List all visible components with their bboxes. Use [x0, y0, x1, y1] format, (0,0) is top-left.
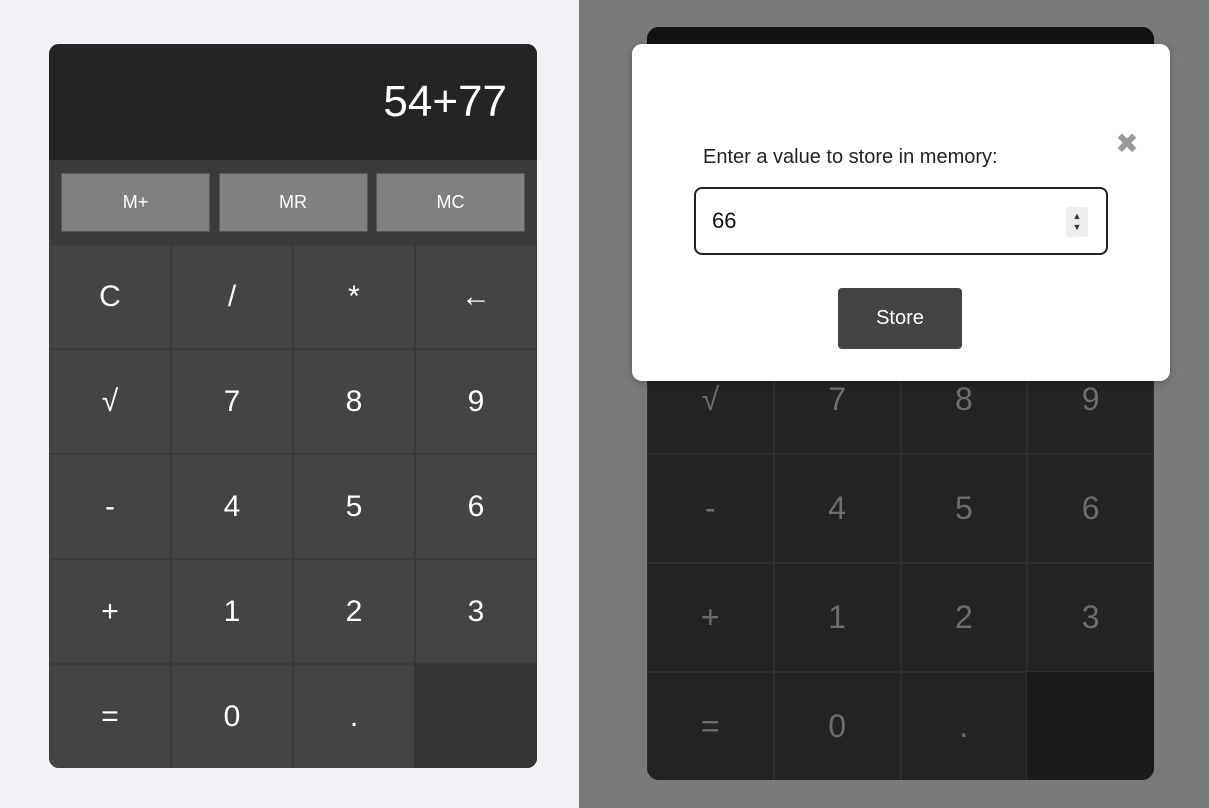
- digit-2-key: 2: [900, 563, 1028, 672]
- empty-key: [1027, 672, 1154, 780]
- equals-key: =: [647, 672, 774, 780]
- equals-key[interactable]: =: [49, 664, 171, 768]
- add-key: +: [647, 563, 774, 672]
- left-panel: 54+77 M+ MR MC C / * ← √ 7 8 9 - 4 5 6 +…: [0, 0, 579, 808]
- subtract-key: -: [647, 454, 774, 563]
- digit-4-key: 4: [773, 454, 901, 563]
- subtract-key[interactable]: -: [49, 454, 171, 559]
- spin-up-icon[interactable]: ▲: [1073, 211, 1082, 222]
- digit-3-key[interactable]: 3: [415, 559, 537, 664]
- digit-1-key: 1: [773, 563, 901, 672]
- number-spinner[interactable]: ▲ ▼: [1066, 207, 1088, 237]
- memory-clear-button[interactable]: MC: [376, 172, 525, 232]
- multiply-key[interactable]: *: [293, 244, 415, 349]
- sqrt-key[interactable]: √: [49, 349, 171, 454]
- spin-down-icon[interactable]: ▼: [1073, 222, 1082, 233]
- digit-7-key[interactable]: 7: [171, 349, 293, 454]
- digit-5-key: 5: [900, 454, 1028, 563]
- backspace-key[interactable]: ←: [415, 244, 537, 349]
- memory-recall-button[interactable]: MR: [218, 172, 368, 232]
- digit-2-key[interactable]: 2: [293, 559, 415, 664]
- calculator-display: 54+77: [49, 44, 537, 160]
- memory-store-modal: Enter a value to store in memory: ✖ ▲ ▼ …: [632, 44, 1170, 381]
- digit-0-key: 0: [773, 672, 901, 780]
- digit-6-key: 6: [1027, 454, 1154, 563]
- close-icon[interactable]: ✖: [1112, 128, 1142, 159]
- digit-8-key[interactable]: 8: [293, 349, 415, 454]
- digit-9-key[interactable]: 9: [415, 349, 537, 454]
- decimal-key[interactable]: .: [293, 664, 415, 768]
- calculator: 54+77 M+ MR MC C / * ← √ 7 8 9 - 4 5 6 +…: [49, 44, 537, 768]
- digit-0-key[interactable]: 0: [171, 664, 293, 768]
- digit-1-key[interactable]: 1: [171, 559, 293, 664]
- decimal-key: .: [900, 672, 1028, 780]
- digit-5-key[interactable]: 5: [293, 454, 415, 559]
- right-panel-overlay: √ 7 8 9 - 4 5 6 + 1 2 3 = 0 . Enter a va…: [579, 0, 1209, 808]
- memory-row: M+ MR MC: [49, 160, 537, 244]
- keypad: C / * ← √ 7 8 9 - 4 5 6 + 1 2 3 = 0 .: [49, 244, 537, 768]
- digit-4-key[interactable]: 4: [171, 454, 293, 559]
- keypad-dimmed: √ 7 8 9 - 4 5 6 + 1 2 3 = 0 .: [647, 345, 1154, 780]
- empty-key: [415, 664, 537, 768]
- modal-prompt: Enter a value to store in memory:: [703, 146, 998, 168]
- memory-add-button[interactable]: M+: [61, 172, 210, 232]
- memory-value-field[interactable]: ▲ ▼: [694, 187, 1108, 255]
- store-button[interactable]: Store: [838, 288, 962, 349]
- digit-3-key: 3: [1027, 563, 1154, 672]
- divide-key[interactable]: /: [171, 244, 293, 349]
- add-key[interactable]: +: [49, 559, 171, 664]
- memory-value-input[interactable]: [710, 207, 1054, 235]
- digit-6-key[interactable]: 6: [415, 454, 537, 559]
- clear-key[interactable]: C: [49, 244, 171, 349]
